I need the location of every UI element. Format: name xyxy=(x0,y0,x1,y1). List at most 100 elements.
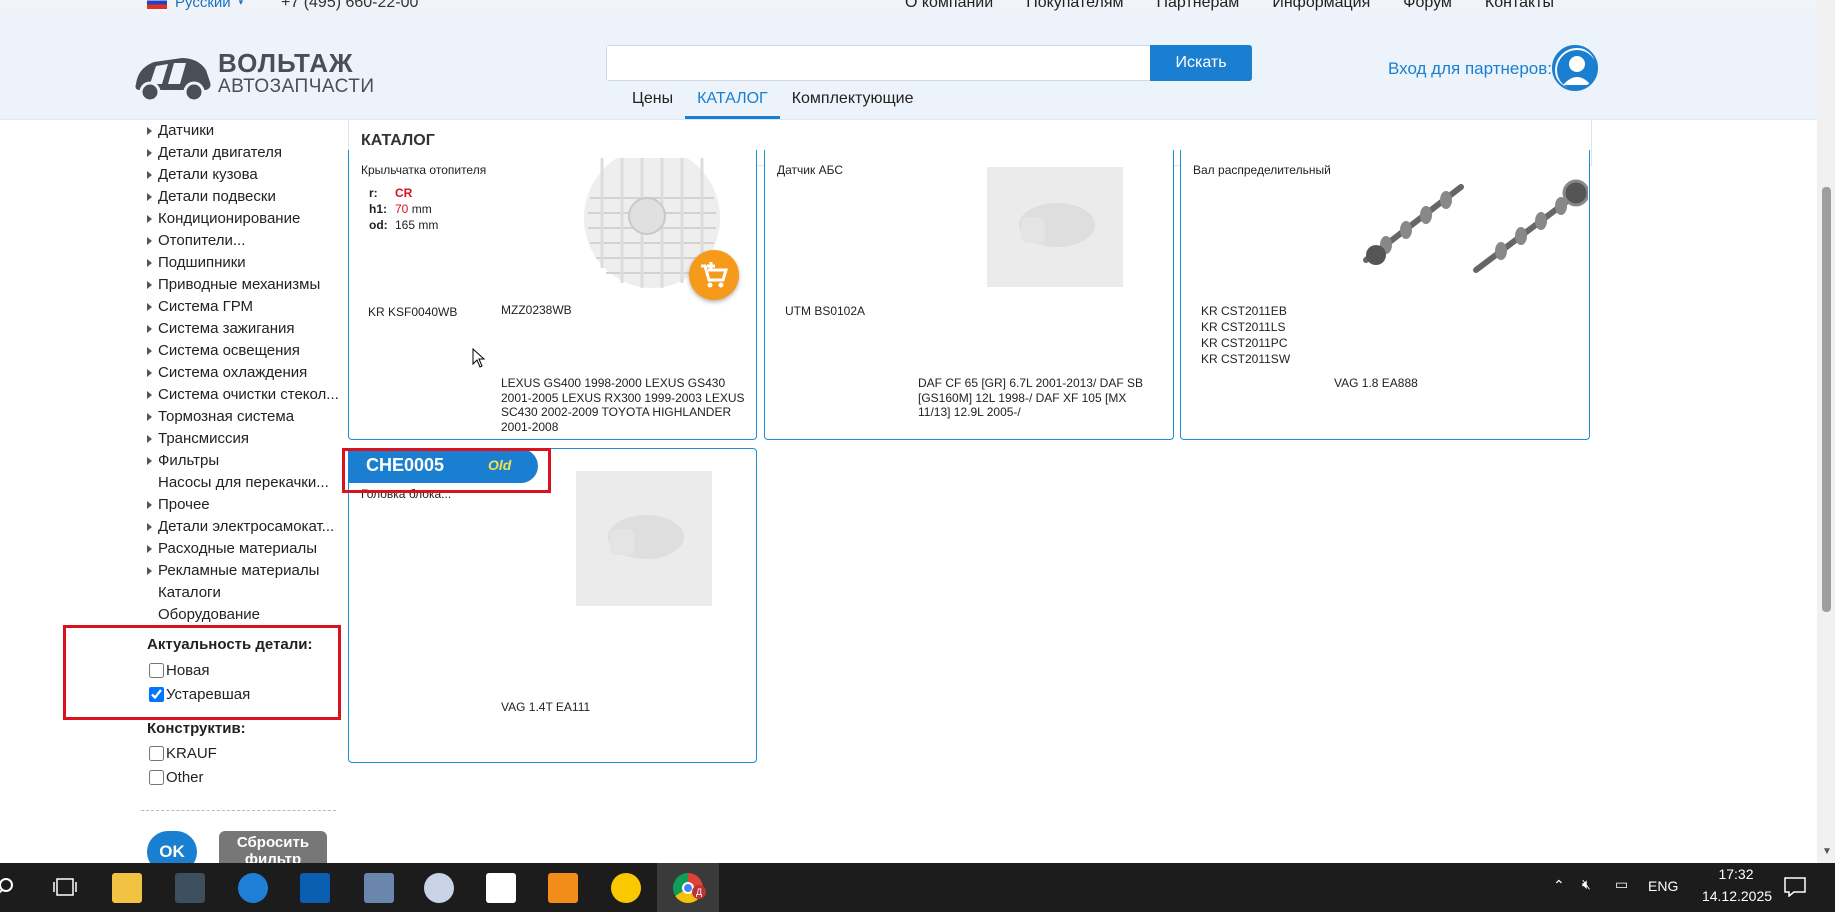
clock-date[interactable]: 14.12.2025 xyxy=(1700,888,1774,904)
menu-info[interactable]: Информация xyxy=(1272,0,1370,12)
sidebar-category-item[interactable]: Насосы для перекачки... xyxy=(135,472,340,494)
paint-icon[interactable] xyxy=(424,873,454,903)
sidebar-category-item[interactable]: Отопители... xyxy=(135,230,340,252)
sidebar-category-item[interactable]: Детали подвески xyxy=(135,186,340,208)
product-name: Датчик АБС xyxy=(777,163,843,177)
expand-arrow-icon[interactable] xyxy=(147,127,152,135)
search-input[interactable] xyxy=(607,46,1152,80)
expand-arrow-icon[interactable] xyxy=(147,149,152,157)
menu-partners[interactable]: Партнерам xyxy=(1157,0,1240,12)
sidebar-category-item[interactable]: Прочее xyxy=(135,494,340,516)
product-card-cylinder-head[interactable]: Головка блока... VAG 1.4T EA111 xyxy=(348,448,757,763)
sidebar-category-item[interactable]: Датчики xyxy=(135,120,340,142)
expand-arrow-icon[interactable] xyxy=(147,193,152,201)
sidebar-category-item[interactable]: Тормозная система xyxy=(135,406,340,428)
menu-contacts[interactable]: Контакты xyxy=(1485,0,1554,12)
internet-explorer-icon[interactable] xyxy=(238,873,268,903)
sidebar-category-item[interactable]: Система зажигания xyxy=(135,318,340,340)
search-icon[interactable] xyxy=(0,877,18,897)
expand-arrow-icon[interactable] xyxy=(147,545,152,553)
expand-arrow-icon[interactable] xyxy=(147,347,152,355)
app-s-icon[interactable] xyxy=(175,873,205,903)
chrome-profile-badge: Д xyxy=(692,885,706,899)
product-code[interactable]: KR KSF0040WB xyxy=(368,304,457,320)
product-card-fan[interactable]: Крыльчатка отопителя r: CR h1: 70 mm od: 16… xyxy=(348,150,757,440)
expand-arrow-icon[interactable] xyxy=(147,369,152,377)
notifications-icon[interactable] xyxy=(1784,877,1806,897)
expand-arrow-icon[interactable] xyxy=(147,325,152,333)
sidebar-category-item[interactable]: Трансмиссия xyxy=(135,428,340,450)
filter-other-checkbox[interactable] xyxy=(149,770,164,785)
expand-arrow-icon[interactable] xyxy=(147,567,152,575)
clock-time[interactable]: 17:32 xyxy=(1706,866,1766,882)
expand-arrow-icon[interactable] xyxy=(147,391,152,399)
page-scrollbar[interactable]: ▼ xyxy=(1817,0,1835,863)
chrome-taskbar-item[interactable]: Д xyxy=(657,863,719,912)
sidebar-category-item[interactable]: Кондиционирование xyxy=(135,208,340,230)
sidebar-category-item[interactable]: Детали двигателя xyxy=(135,142,340,164)
expand-arrow-icon[interactable] xyxy=(147,281,152,289)
sidebar-category-item[interactable]: Система ГРМ xyxy=(135,296,340,318)
scrollbar-thumb[interactable] xyxy=(1822,187,1831,612)
expand-arrow-icon[interactable] xyxy=(147,171,152,179)
notes-app-icon[interactable] xyxy=(486,873,516,903)
tab-catalog[interactable]: КАТАЛОГ xyxy=(685,88,780,119)
sidebar-category-item[interactable]: Каталоги xyxy=(135,582,340,604)
filter-krauf-option[interactable]: KRAUF xyxy=(149,745,217,762)
filter-other-option[interactable]: Other xyxy=(149,769,204,786)
menu-buyers[interactable]: Покупателям xyxy=(1026,0,1123,12)
sidebar-category-item[interactable]: Подшипники xyxy=(135,252,340,274)
tray-chevron-up-icon[interactable]: ⌃ xyxy=(1553,877,1565,894)
expand-arrow-icon[interactable] xyxy=(147,501,152,509)
volume-muted-icon[interactable]: 🔇︎ xyxy=(1582,876,1591,893)
add-to-cart-button[interactable] xyxy=(689,250,739,300)
tab-prices[interactable]: Цены xyxy=(620,88,685,119)
filter-krauf-checkbox[interactable] xyxy=(149,746,164,761)
site-logo[interactable]: ВОЛЬТАЖ АВТОЗАПЧАСТИ xyxy=(132,48,374,108)
app-ap-icon[interactable] xyxy=(300,873,330,903)
sidebar-category-item[interactable]: Система очистки стекол... xyxy=(135,384,340,406)
expand-arrow-icon[interactable] xyxy=(147,457,152,465)
task-view-icon[interactable] xyxy=(53,877,77,897)
expand-arrow-icon[interactable] xyxy=(147,523,152,531)
sidebar-category-item[interactable]: Фильтры xyxy=(135,450,340,472)
product-code[interactable]: KR CST2011EB xyxy=(1201,303,1290,319)
sidebar-category-item[interactable]: Детали электросамокат... xyxy=(135,516,340,538)
menu-about[interactable]: О компании xyxy=(905,0,993,12)
partner-login-link[interactable]: Вход для партнеров: xyxy=(1388,59,1552,79)
expand-arrow-icon[interactable] xyxy=(147,237,152,245)
sidebar-category-item[interactable]: Система охлаждения xyxy=(135,362,340,384)
sidebar-category-item[interactable]: Расходные материалы xyxy=(135,538,340,560)
sidebar-category-item[interactable]: Система освещения xyxy=(135,340,340,362)
expand-arrow-icon[interactable] xyxy=(147,435,152,443)
input-language[interactable]: ENG xyxy=(1648,878,1678,894)
sidebar-category-item[interactable]: Приводные механизмы xyxy=(135,274,340,296)
product-props: r: CR h1: 70 mm od: 165 mm xyxy=(369,185,438,233)
tab-components[interactable]: Комплектующие xyxy=(780,88,926,119)
expand-arrow-icon[interactable] xyxy=(147,303,152,311)
expand-arrow-icon[interactable] xyxy=(147,259,152,267)
product-code[interactable]: KR CST2011PC xyxy=(1201,335,1290,351)
scroll-down-arrow-icon[interactable]: ▼ xyxy=(1822,846,1832,857)
sidebar-category-item[interactable]: Оборудование xyxy=(135,604,340,626)
language-selector[interactable]: Русский ▾ xyxy=(147,0,243,11)
expand-arrow-icon[interactable] xyxy=(147,413,152,421)
search-bar: Искать xyxy=(606,45,1252,81)
search-button[interactable]: Искать xyxy=(1150,45,1252,81)
user-avatar-icon[interactable] xyxy=(1552,45,1598,91)
product-code[interactable]: KR CST2011LS xyxy=(1201,319,1290,335)
expand-arrow-icon[interactable] xyxy=(147,215,152,223)
file-explorer-icon[interactable] xyxy=(112,873,142,903)
network-icon[interactable]: ▭ xyxy=(1615,876,1628,893)
product-code[interactable]: KR CST2011SW xyxy=(1201,351,1290,367)
sublime-icon[interactable] xyxy=(548,873,578,903)
sidebar-category-item[interactable]: Детали кузова xyxy=(135,164,340,186)
menu-forum[interactable]: Форум xyxy=(1403,0,1452,12)
sidebar-category-item[interactable]: Рекламные материалы xyxy=(135,560,340,582)
product-card-camshaft[interactable]: Вал распределительный KR CST2011EB KR CS… xyxy=(1180,150,1590,440)
network-app-icon[interactable] xyxy=(364,873,394,903)
product-card-abs-sensor[interactable]: Датчик АБС UTM BS0102A DAF CF 65 [GR] 6.… xyxy=(764,150,1174,440)
product-code[interactable]: UTM BS0102A xyxy=(785,303,865,319)
1c-icon[interactable] xyxy=(611,873,641,903)
product-oem-code[interactable]: MZZ0238WB xyxy=(501,302,572,318)
